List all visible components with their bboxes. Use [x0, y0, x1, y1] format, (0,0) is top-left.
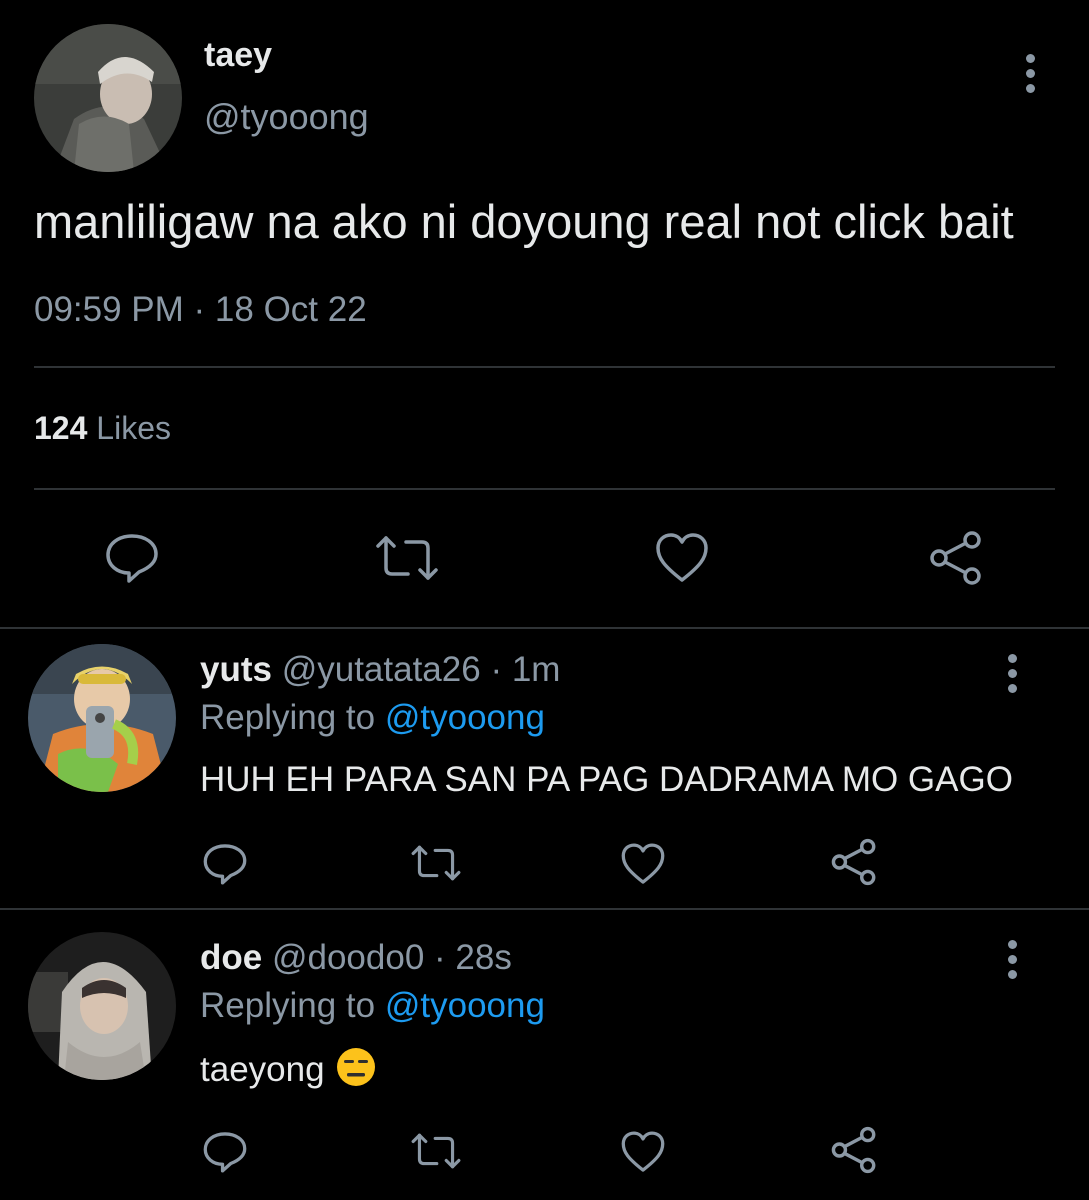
user-handle[interactable]: @yutatata26 [282, 650, 481, 689]
retweet-icon[interactable] [410, 844, 462, 882]
reply-icon[interactable] [104, 532, 160, 584]
replying-to: Replying to @tyooong [200, 986, 545, 1026]
more-icon[interactable] [1023, 54, 1037, 93]
avatar[interactable] [34, 24, 182, 172]
replying-to: Replying to @tyooong [200, 698, 545, 738]
reply-meta: yuts @yutatata26 · 1m [200, 650, 560, 690]
replying-handle-link[interactable]: @tyooong [385, 698, 545, 737]
likes-count[interactable]: 124 Likes [34, 410, 171, 447]
display-name[interactable]: doe [200, 938, 262, 977]
reply-time: · 1m [490, 650, 561, 689]
replying-handle-link[interactable]: @tyooong [385, 986, 545, 1025]
reply-tweet[interactable]: yuts @yutatata26 · 1m Replying to @tyooo… [0, 628, 1089, 908]
likes-label: Likes [96, 410, 171, 446]
likes-number: 124 [34, 410, 88, 446]
share-icon[interactable] [830, 1126, 878, 1174]
divider [34, 488, 1055, 490]
reply-time: · 28s [434, 938, 512, 977]
retweet-icon[interactable] [374, 534, 440, 582]
user-handle[interactable]: @tyooong [204, 96, 369, 138]
more-icon[interactable] [1005, 940, 1019, 979]
reply-tweet[interactable]: doe @doodo0 · 28s Replying to @tyooong t… [0, 910, 1089, 1200]
reply-text: taeyong [200, 1049, 325, 1089]
display-name[interactable]: taey [204, 36, 272, 75]
replying-prefix: Replying to [200, 698, 376, 737]
display-name[interactable]: yuts [200, 650, 272, 689]
tweet-text: manliligaw na ako ni doyoung real not cl… [34, 195, 1014, 248]
replying-prefix: Replying to [200, 986, 376, 1025]
share-icon[interactable] [830, 838, 878, 886]
retweet-icon[interactable] [410, 1132, 462, 1170]
reply-text-wrap: taeyong [200, 1046, 377, 1097]
share-icon[interactable] [928, 530, 984, 586]
like-icon[interactable] [654, 532, 710, 584]
reply-icon[interactable] [202, 842, 248, 886]
like-icon[interactable] [620, 842, 666, 886]
reply-text: HUH EH PARA SAN PA PAG DADRAMA MO GAGO [200, 760, 1013, 799]
reply-meta: doe @doodo0 · 28s [200, 938, 512, 978]
more-icon[interactable] [1005, 654, 1019, 693]
avatar[interactable] [28, 932, 176, 1080]
tweet-timestamp[interactable]: 09:59 PM · 18 Oct 22 [34, 290, 367, 330]
reply-icon[interactable] [202, 1130, 248, 1174]
avatar[interactable] [28, 644, 176, 792]
expressionless-face-emoji [335, 1046, 377, 1097]
user-handle[interactable]: @doodo0 [272, 938, 424, 977]
like-icon[interactable] [620, 1130, 666, 1174]
divider [34, 366, 1055, 368]
main-tweet: taey @tyooong manliligaw na ako ni doyou… [0, 0, 1089, 628]
